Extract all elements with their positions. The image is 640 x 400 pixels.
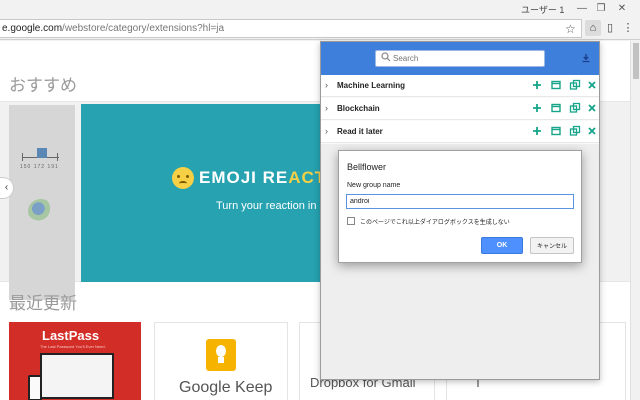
delete-icon[interactable] <box>586 102 598 114</box>
expand-chevron-icon[interactable]: › <box>325 80 328 90</box>
profile-name[interactable]: ユーザー 1 <box>521 3 564 16</box>
restore-button[interactable]: ❐ <box>593 2 609 16</box>
keep-bulb-icon <box>206 339 236 371</box>
featured-heading: おすすめ <box>9 76 77 95</box>
toolbar: e.google.com/webstore/category/extension… <box>0 18 640 40</box>
group-name: Read it later <box>337 127 383 136</box>
duplicate-icon[interactable] <box>569 102 581 114</box>
add-tab-icon[interactable] <box>531 79 543 91</box>
ok-button[interactable]: OK <box>481 237 523 254</box>
card-lastpass[interactable]: LastPass The Last Password You'll Ever N… <box>9 322 141 400</box>
recent-heading: 最近更新 <box>9 294 77 313</box>
lastpass-logo-text: LastPass <box>42 328 100 343</box>
phone-screenshot <box>28 375 42 400</box>
map-thumbnail <box>28 199 54 223</box>
emoji-face-icon <box>172 167 194 189</box>
delete-icon[interactable] <box>586 79 598 91</box>
cancel-button[interactable]: キャンセル <box>530 237 574 254</box>
url-path: /webstore/category/extensions?hl=ja <box>62 23 225 34</box>
banner-title-main: EMOJI RE <box>199 168 289 187</box>
lastpass-tagline: The Last Password You'll Ever Need. <box>40 344 106 349</box>
scrollbar-thumb[interactable] <box>633 43 639 79</box>
duplicate-icon[interactable] <box>569 125 581 137</box>
group-name-input[interactable] <box>346 194 574 209</box>
banner-title: EMOJI REACTIO <box>199 168 321 188</box>
add-tab-icon[interactable] <box>531 102 543 114</box>
menu-icon[interactable]: ⋮ <box>620 20 636 36</box>
open-window-icon[interactable] <box>550 125 562 137</box>
add-tab-icon[interactable] <box>531 125 543 137</box>
search-input[interactable] <box>393 52 541 65</box>
keep-name: Google Keep <box>179 379 273 396</box>
suppress-dialogs-label: このページでこれ以上ダイアログボックスを生成しない <box>360 220 510 226</box>
chart-box <box>37 148 47 158</box>
bookmark-extension-icon[interactable]: ▯ <box>602 20 618 36</box>
address-bar[interactable]: e.google.com/webstore/category/extension… <box>0 19 582 38</box>
bookmark-star-icon[interactable]: ☆ <box>565 22 576 36</box>
popup-header <box>321 42 599 75</box>
download-icon[interactable] <box>581 53 591 63</box>
laptop-screenshot <box>40 353 114 399</box>
banner-title-accent: ACTIO <box>288 168 321 187</box>
expand-chevron-icon[interactable]: › <box>325 126 328 136</box>
url-text: e.google.com/webstore/category/extension… <box>2 23 224 34</box>
featured-banner-emoji-reactions[interactable]: EMOJI REACTIO Turn your reaction in <box>81 104 321 282</box>
chart-ticks: 150 172 191 <box>20 164 59 170</box>
page-scrollbar[interactable] <box>630 41 640 400</box>
group-row-blockchain[interactable]: › Blockchain <box>321 98 599 120</box>
title-bar: ユーザー 1 — ❐ ✕ <box>0 0 640 18</box>
close-window-button[interactable]: ✕ <box>614 2 630 16</box>
search-box[interactable] <box>375 50 545 67</box>
card-google-keep[interactable]: Google Keep <box>154 322 288 400</box>
minimize-button[interactable]: — <box>574 2 590 16</box>
extension-icon[interactable]: ⌂ <box>585 20 601 36</box>
banner-subtitle: Turn your reaction in <box>216 200 317 212</box>
dialog-title: Bellflower <box>347 162 387 172</box>
group-row-read-it-later[interactable]: › Read it later <box>321 121 599 143</box>
new-group-dialog: Bellflower New group name このページでこれ以上ダイアロ… <box>338 150 582 263</box>
group-name: Machine Learning <box>337 81 406 90</box>
open-window-icon[interactable] <box>550 79 562 91</box>
dialog-label: New group name <box>347 182 401 189</box>
suppress-dialogs-checkbox[interactable] <box>347 217 355 225</box>
group-row-machine-learning[interactable]: › Machine Learning <box>321 75 599 97</box>
open-window-icon[interactable] <box>550 102 562 114</box>
search-icon <box>381 52 391 62</box>
group-name: Blockchain <box>337 104 380 113</box>
delete-icon[interactable] <box>586 125 598 137</box>
duplicate-icon[interactable] <box>569 79 581 91</box>
url-host: e.google.com <box>2 23 63 34</box>
expand-chevron-icon[interactable]: › <box>325 103 328 113</box>
